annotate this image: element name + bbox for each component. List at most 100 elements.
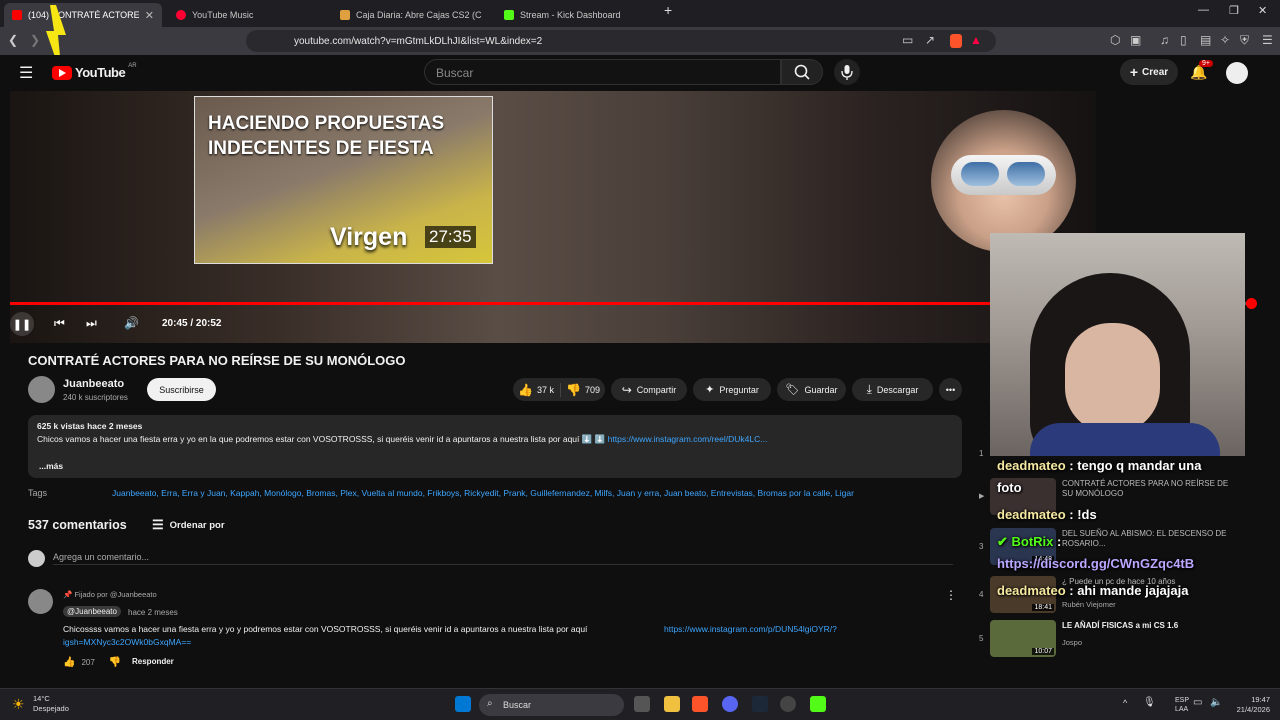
hamburger-menu-icon[interactable]: ☰ [19,63,33,83]
bot-badge-icon: ✔ [997,534,1012,549]
description-link[interactable]: https://www.instagram.com/reel/DUk4LC... [608,434,768,444]
channel-name[interactable]: Juanbeeato [63,378,124,390]
like-count: 37 k [536,384,554,395]
window-close-icon[interactable]: ✕ [1258,4,1267,17]
show-more-link[interactable]: ...más [39,461,63,471]
logo-text: YouTube [75,65,126,80]
tray-chevron-icon[interactable]: ^ [1123,698,1127,708]
browser-tab-youtube[interactable]: (104) CONTRATÉ ACTORES PA ✕ [4,3,162,27]
comment-dislike-icon[interactable]: 👎 [109,657,121,668]
playlist-index: 3 [979,542,984,551]
youtube-logo[interactable]: YouTube AR [52,63,137,80]
weather-widget[interactable]: 14°C Despejado [33,694,69,714]
file-explorer-icon[interactable] [664,696,680,712]
reply-button[interactable]: Responder [132,657,174,666]
add-comment-input[interactable]: Agrega un comentario... [53,552,953,565]
comment-menu-icon[interactable]: ⋮ [945,588,957,602]
next-icon[interactable]: ⏭ [86,316,97,331]
share-button[interactable]: ↪ Compartir [611,378,687,401]
search-button[interactable] [781,59,823,85]
tab-label: (104) CONTRATÉ ACTORES PA [28,10,139,20]
ask-label: Preguntar [719,384,759,395]
volume-tray-icon[interactable]: 🔈 [1210,697,1222,708]
minimize-icon[interactable]: — [1198,4,1209,16]
progress-scrubber[interactable] [1246,298,1257,309]
address-bar[interactable]: youtube.com/watch?v=mGtmLkDLhJI&list=WL&… [246,30,996,52]
forward-icon[interactable]: ❯ [30,33,40,47]
notifications-button[interactable]: 🔔 9+ [1190,60,1213,82]
comment-link[interactable]: https://www.instagram.com/p/DUN54lgiOYR/… [664,624,837,634]
tags-list[interactable]: Juanbeeato, Erra, Erra y Juan, Kappah, M… [112,488,854,498]
extensions-icon[interactable]: ⬡ [1110,33,1120,47]
create-button[interactable]: + Crear [1120,59,1178,85]
download-button[interactable]: ⤓ Descargar [852,378,933,401]
sort-comments-button[interactable]: ☰ Ordenar por [152,517,225,533]
browser-tab-caja-diaria[interactable]: Caja Diaria: Abre Cajas CS2 (CS:GO) [332,3,490,27]
rewards-icon[interactable]: ▲ [970,33,982,47]
task-view-icon[interactable] [634,696,650,712]
dislike-count: 709 [584,384,600,395]
mic-tray-icon[interactable]: 🎙 [1143,697,1156,708]
taskbar-search[interactable]: ⌕ Buscar [479,694,624,716]
clock[interactable]: 19:47 21/4/2026 [1225,695,1270,715]
endscreen-video-card[interactable]: HACIENDO PROPUESTAS INDECENTES DE FIESTA… [194,96,493,264]
like-button[interactable]: 👍 37 k [518,382,561,397]
comment-link-cont[interactable]: igsh=MXNyc3c2OWk0bGxqMA== [63,637,191,647]
create-label: Crear [1142,66,1169,78]
vpn-icon[interactable]: ⛨ [1240,33,1249,48]
comment-time[interactable]: hace 2 meses [128,608,178,617]
music-icon[interactable]: ♫ [1160,33,1169,47]
account-avatar[interactable] [1226,62,1248,84]
playlist-item[interactable]: 5 10:07 LE AÑADÍ FISICAS a mi CS 1.6 Jos… [973,620,1245,660]
brave-shield-icon[interactable] [950,34,962,48]
search-input[interactable]: Buscar [424,59,781,85]
language-indicator[interactable]: ESP LAA [1175,696,1189,714]
menu-icon[interactable]: ☰ [1262,33,1273,47]
brave-browser-icon[interactable] [692,696,708,712]
subscribe-button[interactable]: Suscribirse [147,378,216,401]
wallet-icon[interactable]: ▤ [1200,33,1211,47]
kick-icon[interactable] [810,696,826,712]
maximize-icon[interactable]: ❐ [1229,4,1239,17]
more-actions-button[interactable]: ••• [939,378,962,401]
youtube-music-favicon-icon [176,10,186,20]
pause-icon[interactable]: ❚❚ [10,312,34,336]
screenshot-icon[interactable]: ▣ [1130,33,1141,47]
network-icon[interactable]: ▭ [1193,697,1202,708]
volume-icon[interactable]: 🔊 [124,316,139,330]
channel-avatar[interactable] [28,376,55,403]
steam-icon[interactable] [752,696,768,712]
time-display: 20:45 / 20:52 [162,318,222,329]
more-horizontal-icon: ••• [945,384,956,395]
description-box[interactable]: 625 k vistas hace 2 meses Chicos vamos a… [28,415,962,478]
weather-desc: Despejado [33,704,69,713]
playlist-title: DEL SUEÑO AL ABISMO: EL DESCENSO DE ROSA… [1062,529,1227,548]
discord-icon[interactable] [722,696,738,712]
browser-tab-youtube-music[interactable]: YouTube Music [168,3,326,27]
comment-author-avatar[interactable] [28,589,53,614]
windows-start-icon[interactable] [455,696,471,712]
new-tab-icon[interactable]: + [664,2,672,18]
voice-search-button[interactable] [834,59,860,85]
obs-icon[interactable] [780,696,796,712]
share-icon[interactable]: ↗ [925,33,935,47]
save-button[interactable]: 🏷 Guardar [777,378,846,401]
close-icon[interactable]: ✕ [145,9,154,22]
sidebar-icon[interactable]: ▯ [1180,33,1187,47]
browser-tab-kick[interactable]: Stream - Kick Dashboard [496,3,654,27]
video-player[interactable] [10,91,1096,343]
notification-badge: 9+ [1199,60,1213,67]
chat-text: : [1053,534,1062,549]
dislike-button[interactable]: 👎 709 [566,383,600,397]
bookmark-outline-icon: 🏷 [785,384,800,396]
endscreen-channel-avatar[interactable] [931,110,1076,252]
ask-button[interactable]: ✦ Preguntar [693,378,771,401]
cast-icon[interactable]: ▭ [902,33,913,47]
comment-author[interactable]: @Juanbeeato [63,606,121,617]
back-icon[interactable]: ❮ [8,33,18,47]
leo-icon[interactable]: ✧ [1220,33,1230,47]
comment-like-icon[interactable]: 👍 [63,657,75,668]
chat-message: https://discord.gg/CWnGZqc4tB [997,556,1194,571]
sort-label: Ordenar por [169,519,225,531]
previous-icon[interactable]: ⏮ [54,316,65,331]
